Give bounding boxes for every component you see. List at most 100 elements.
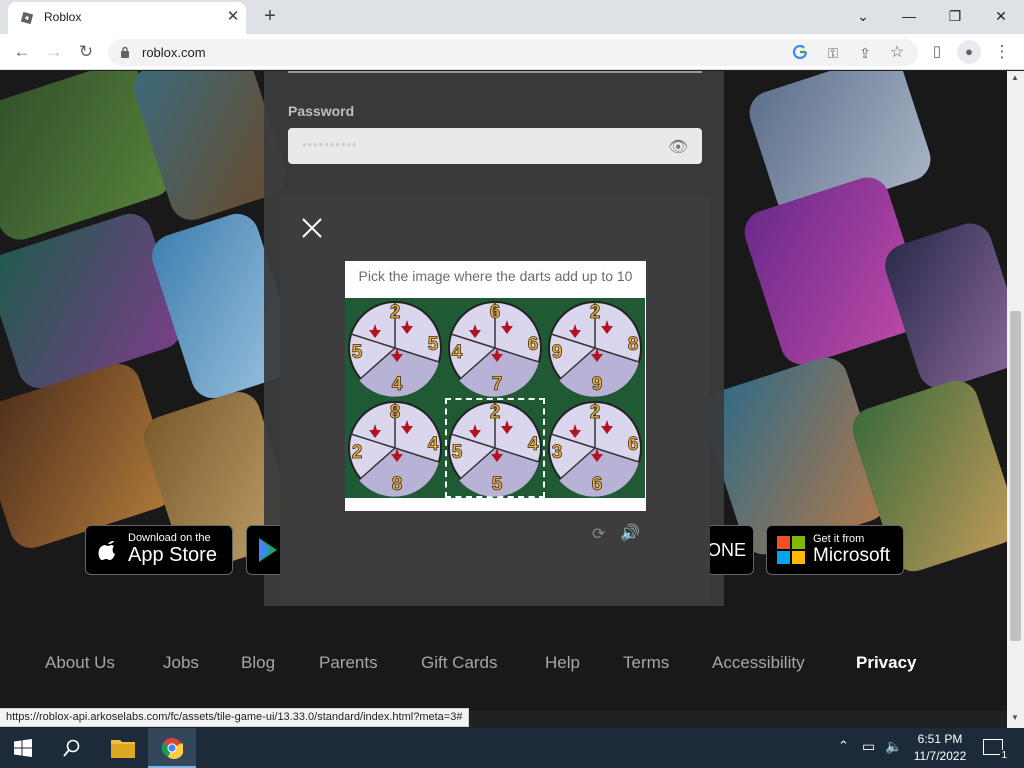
share-icon[interactable]: ⇪: [856, 44, 874, 62]
back-icon[interactable]: ←: [10, 40, 34, 64]
tab-strip: Roblox ✕ + ⌄ — ❐ ✕: [0, 0, 1024, 34]
footer-link-jobs[interactable]: Jobs: [163, 653, 199, 673]
minimize-button[interactable]: —: [886, 0, 932, 34]
microsoft-logo-icon: [777, 536, 805, 564]
reload-icon[interactable]: ↻: [74, 40, 98, 64]
footer-link-gift-cards[interactable]: Gift Cards: [421, 653, 498, 673]
tab-close-icon[interactable]: ✕: [224, 8, 242, 26]
footer-link-blog[interactable]: Blog: [241, 653, 275, 673]
footer-link-accessibility[interactable]: Accessibility: [712, 653, 805, 673]
dart-number: 5: [428, 334, 439, 355]
new-tab-button[interactable]: +: [258, 5, 282, 29]
page-footer: About Us Jobs Blog Parents Gift Cards He…: [0, 606, 1007, 711]
google-lens-icon[interactable]: [792, 44, 808, 60]
network-icon[interactable]: ▭: [862, 738, 875, 755]
dart-number: 2: [590, 302, 601, 323]
captcha-tile[interactable]: 8 4 2 8: [345, 398, 445, 498]
side-panel-icon[interactable]: ▯: [925, 40, 949, 64]
dart-number: 4: [528, 434, 539, 455]
menu-icon[interactable]: ⋮: [990, 40, 1014, 64]
tab-title: Roblox: [44, 10, 82, 24]
tab-roblox[interactable]: Roblox ✕: [8, 2, 246, 34]
captcha-tile[interactable]: 2 6 3 6: [545, 398, 645, 498]
file-explorer-icon[interactable]: [111, 738, 135, 758]
password-value: ••••••••••: [302, 137, 358, 152]
captcha-tile[interactable]: 6 6 4 7: [445, 298, 545, 398]
dart-number: 6: [628, 434, 639, 455]
notification-count: 1: [1000, 750, 1008, 761]
volume-icon[interactable]: 🔈: [885, 738, 902, 755]
scroll-down-icon[interactable]: ▼: [1011, 713, 1019, 722]
dart-number: 8: [390, 402, 401, 423]
dart-number: 4: [392, 374, 403, 395]
dart-number: 7: [492, 374, 503, 395]
google-play-icon: [259, 538, 277, 562]
footer-link-terms[interactable]: Terms: [623, 653, 669, 673]
dart-number: 6: [490, 302, 501, 323]
dart-number: 9: [552, 342, 563, 363]
store-big-text: ONE: [707, 540, 747, 560]
tray-overflow-icon[interactable]: ⌃: [838, 738, 849, 754]
app-store-badge[interactable]: Download on the App Store: [85, 525, 233, 575]
game-thumbnail: [879, 217, 1007, 395]
url-text: roblox.com: [142, 45, 206, 60]
link-status-bubble: https://roblox-api.arkoselabs.com/fc/ass…: [0, 708, 470, 727]
password-input[interactable]: •••••••••• 👁: [288, 128, 702, 164]
forward-icon[interactable]: →: [42, 40, 66, 64]
restore-button[interactable]: ❐: [932, 0, 978, 34]
footer-link-about[interactable]: About Us: [45, 653, 115, 673]
dart-number: 4: [428, 434, 439, 455]
dartboard-image: 2 8 9 9: [548, 301, 642, 397]
scroll-up-icon[interactable]: ▲: [1011, 73, 1019, 82]
address-bar[interactable]: roblox.com ⚿ ⇪ ☆: [108, 39, 918, 66]
dart-number: 6: [592, 474, 603, 495]
dart-number: 4: [452, 342, 463, 363]
dart-number: 5: [452, 442, 463, 463]
key-icon[interactable]: ⚿: [824, 44, 842, 62]
dart-number: 2: [490, 402, 501, 423]
footer-link-help[interactable]: Help: [545, 653, 580, 673]
taskbar-chrome-active[interactable]: [148, 728, 196, 768]
microsoft-store-badge[interactable]: Get it from Microsoft: [766, 525, 904, 575]
dart-number: 9: [592, 374, 603, 395]
show-password-eye-icon[interactable]: 👁: [668, 137, 688, 157]
captcha-tile-grid: 255466472899842824552636: [345, 298, 646, 498]
search-icon[interactable]: [63, 739, 81, 757]
dartboard-image: 8 4 2 8: [348, 401, 442, 497]
username-input-edge: [288, 71, 702, 73]
dart-number: 3: [552, 442, 563, 463]
footer-link-privacy[interactable]: Privacy: [856, 653, 917, 673]
captcha-tile[interactable]: 2 4 5 5: [445, 398, 545, 498]
captcha-tile[interactable]: 2 5 5 4: [345, 298, 445, 398]
dart-number: 5: [352, 342, 363, 363]
profile-avatar-icon[interactable]: ●: [957, 40, 981, 64]
windows-start-icon[interactable]: [14, 739, 32, 757]
dart-number: 2: [590, 402, 601, 423]
captcha-reload-icon[interactable]: ⟳: [592, 524, 605, 544]
scroll-thumb[interactable]: [1010, 311, 1021, 641]
taskbar-clock[interactable]: 6:51 PM 11/7/2022: [910, 731, 970, 765]
close-window-button[interactable]: ✕: [978, 0, 1024, 34]
store-big-text: Microsoft: [813, 545, 891, 566]
footer-link-parents[interactable]: Parents: [319, 653, 378, 673]
bookmark-star-icon[interactable]: ☆: [888, 44, 906, 62]
captcha-modal: Pick the image where the darts add up to…: [280, 196, 710, 603]
apple-icon: [98, 541, 115, 560]
roblox-favicon-icon: [20, 11, 34, 25]
browser-toolbar: ← → ↻ roblox.com ⚿ ⇪ ☆ ▯ ● ⋮: [0, 34, 1024, 70]
captcha-instruction: Pick the image where the darts add up to…: [358, 268, 633, 284]
notification-icon[interactable]: 1: [983, 739, 1008, 761]
close-icon[interactable]: [300, 216, 324, 240]
captcha-audio-icon[interactable]: 🔊: [620, 523, 640, 543]
password-label: Password: [288, 103, 355, 119]
dart-number: 8: [628, 334, 639, 355]
windows-taskbar: ⌃ ▭ 🔈 6:51 PM 11/7/2022 1: [0, 728, 1024, 768]
dartboard-image: 2 4 5 5: [448, 401, 542, 497]
tab-search-icon[interactable]: ⌄: [840, 0, 886, 34]
store-big-text: App Store: [128, 544, 217, 566]
page-scrollbar[interactable]: ▲ ▼: [1007, 71, 1024, 728]
captcha-tile[interactable]: 2 8 9 9: [545, 298, 645, 398]
dart-number: 6: [528, 334, 539, 355]
xbox-badge[interactable]: ONE: [706, 525, 754, 575]
dart-number: 2: [352, 442, 363, 463]
